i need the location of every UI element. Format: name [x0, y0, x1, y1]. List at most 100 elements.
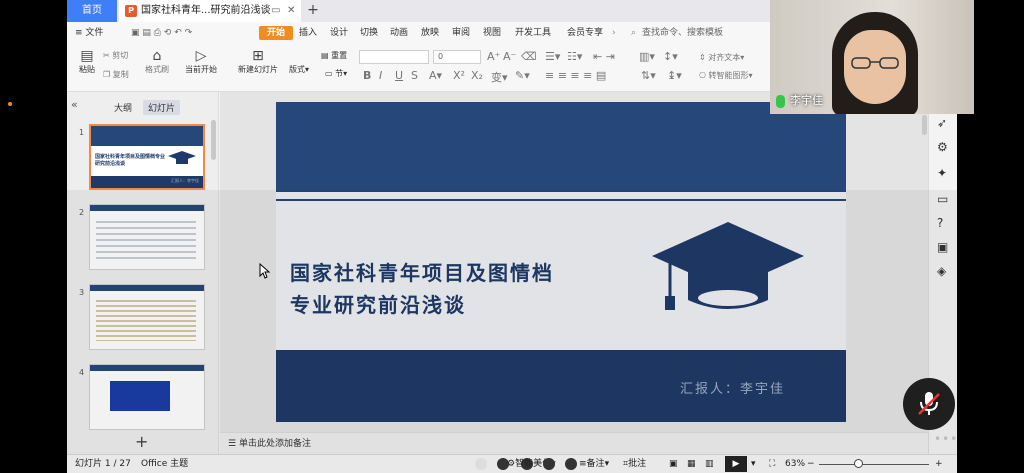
- bold-icon[interactable]: B: [363, 69, 371, 82]
- superscript-icon[interactable]: X²: [453, 69, 465, 82]
- command-search-input[interactable]: 查找命令、搜索模板: [642, 26, 723, 40]
- control-dot[interactable]: [565, 458, 577, 470]
- play-slideshow-button[interactable]: ▶: [725, 456, 747, 472]
- slide-thumbnail-3[interactable]: [89, 284, 205, 350]
- highlight-icon[interactable]: ✎▾: [515, 69, 530, 82]
- shield-icon[interactable]: ◈: [937, 264, 946, 278]
- zoom-out-button[interactable]: −: [807, 458, 815, 471]
- thumb-header: [90, 365, 204, 371]
- new-tab-button[interactable]: +: [303, 0, 323, 22]
- layout-button[interactable]: 版式▾: [289, 64, 309, 75]
- menu-view[interactable]: 视图: [483, 26, 501, 40]
- control-dot[interactable]: [543, 458, 555, 470]
- menu-design[interactable]: 设计: [330, 26, 348, 40]
- clear-format-icon[interactable]: ⌫: [521, 50, 537, 63]
- sorter-view-icon[interactable]: ▦: [687, 458, 696, 471]
- status-bar: 幻灯片 1 / 27 Office 主题 ⚙智能美化▾ ≡备注▾ ⌗批注 ▣ ▦…: [67, 454, 957, 473]
- play-options-icon[interactable]: ▾: [751, 458, 756, 471]
- format-painter-button[interactable]: ⌂ 格式刷: [143, 48, 171, 75]
- new-slide-button[interactable]: ⊞ 新建幻灯片: [233, 48, 283, 75]
- align-icons[interactable]: ≡ ≡ ≡ ≡ ▤: [545, 69, 606, 82]
- font-color-icon[interactable]: A▾: [429, 69, 442, 82]
- participant-name: 李宇佳: [790, 94, 823, 107]
- subscript-icon[interactable]: X₂: [471, 69, 483, 82]
- screen: 首页 P 国家社科青年...研究前沿浅谈 ▭ ✕ + ≡ 文件 ▣ ▤ ⎙ ⟲ …: [0, 0, 1024, 473]
- current-slide[interactable]: 国家社科青年项目及图情档 专业研究前沿浅谈 汇报人：李宇佳: [276, 102, 846, 422]
- zoom-slider-track[interactable]: [819, 464, 929, 465]
- help-icon[interactable]: ?: [937, 216, 943, 230]
- canvas-scrollbar[interactable]: [922, 115, 927, 135]
- bullets-icon[interactable]: ☰▾: [545, 50, 560, 63]
- quick-access-icons[interactable]: ▣ ▤ ⎙ ⟲ ↶ ↷: [131, 26, 192, 40]
- settings-sliders-icon[interactable]: ⚙: [937, 140, 948, 154]
- indent-icon[interactable]: ⇤ ⇥: [593, 50, 615, 63]
- mute-microphone-button[interactable]: [903, 378, 955, 430]
- search-icon[interactable]: ⌕: [631, 26, 636, 40]
- zoom-in-button[interactable]: +: [935, 458, 943, 471]
- strikethrough-icon[interactable]: S: [411, 69, 418, 82]
- columns-icon[interactable]: ▥▾: [639, 50, 655, 63]
- menu-more-icon[interactable]: ›: [612, 26, 616, 40]
- paste-button[interactable]: ▤ 粘贴: [75, 48, 99, 75]
- slide-reporter[interactable]: 汇报人：李宇佳: [680, 378, 785, 397]
- line-spacing-icon[interactable]: ↕▾: [663, 50, 678, 63]
- file-menu[interactable]: ≡ 文件: [75, 26, 103, 40]
- collapse-panel-icon[interactable]: «: [71, 98, 78, 111]
- tab-pin-icon[interactable]: ▭: [271, 0, 280, 22]
- screen-icon[interactable]: ▭: [937, 192, 948, 206]
- more-options-icon[interactable]: •••: [934, 432, 958, 446]
- play-from-current-button[interactable]: ▷ 当前开始: [179, 48, 223, 75]
- thumbnail-scrollbar[interactable]: [211, 120, 216, 160]
- control-dot[interactable]: [475, 458, 487, 470]
- fit-window-icon[interactable]: ⛶: [769, 458, 775, 471]
- image-icon[interactable]: ▣: [937, 240, 948, 254]
- copy-button[interactable]: ❐ 复制: [103, 69, 129, 80]
- home-tab[interactable]: 首页: [67, 0, 117, 22]
- menu-slideshow[interactable]: 放映: [421, 26, 439, 40]
- numbering-icon[interactable]: ☷▾: [567, 50, 582, 63]
- menu-animation[interactable]: 动画: [390, 26, 408, 40]
- document-tab-title: 国家社科青年...研究前沿浅谈: [141, 5, 271, 16]
- underline-icon[interactable]: U: [395, 69, 403, 82]
- menu-start[interactable]: 开始: [259, 26, 294, 40]
- menu-transition[interactable]: 切换: [360, 26, 378, 40]
- add-slide-button[interactable]: +: [135, 432, 148, 451]
- grow-font-icon[interactable]: A⁺: [487, 50, 500, 63]
- notes-toggle-button[interactable]: ≡备注▾: [579, 458, 609, 471]
- slide-thumbnail-4[interactable]: [89, 364, 205, 430]
- text-direction-icon[interactable]: ⇅▾: [641, 69, 656, 82]
- align-text-button[interactable]: ⇕ 对齐文本▾: [699, 52, 744, 63]
- italic-icon[interactable]: I: [379, 69, 382, 82]
- slide-title[interactable]: 国家社科青年项目及图情档 专业研究前沿浅谈: [290, 257, 554, 321]
- slide-title-line-1: 国家社科青年项目及图情档: [290, 261, 554, 285]
- theme-name[interactable]: Office 主题: [141, 458, 188, 471]
- zoom-slider-handle[interactable]: [854, 459, 863, 468]
- zoom-level[interactable]: 63%: [785, 458, 805, 471]
- cut-button[interactable]: ✂ 剪切: [103, 50, 128, 61]
- font-family-select[interactable]: [359, 50, 429, 64]
- menu-devtools[interactable]: 开发工具: [515, 26, 551, 40]
- to-smartart-button[interactable]: ⎔ 转智能图形▾: [699, 70, 753, 81]
- notes-bar[interactable]: ☰ 单击此处添加备注: [220, 432, 928, 454]
- webcam-video-tile[interactable]: 李宇佳: [770, 0, 974, 114]
- rocket-icon[interactable]: ➶: [937, 116, 947, 130]
- menu-insert[interactable]: 插入: [299, 26, 317, 40]
- reading-view-icon[interactable]: ▥: [705, 458, 714, 471]
- section-button[interactable]: ▭ 节▾: [325, 68, 347, 79]
- tab-slides[interactable]: 幻灯片: [143, 100, 181, 115]
- comment-button[interactable]: ⌗批注: [623, 458, 646, 471]
- spacing-icon[interactable]: ↨▾: [667, 69, 682, 82]
- normal-view-icon[interactable]: ▣: [669, 458, 678, 471]
- slide-thumbnail-2[interactable]: [89, 204, 205, 270]
- pin-icon[interactable]: ✦: [937, 166, 947, 180]
- menu-member[interactable]: 会员专享: [567, 26, 603, 40]
- tab-close-icon[interactable]: ✕: [287, 0, 295, 22]
- tab-outline[interactable]: 大纲: [109, 100, 137, 115]
- slide-thumbnail-1[interactable]: 国家社科青年项目及图情档专业研究前沿浅谈 汇报人：李宇佳: [89, 124, 205, 190]
- char-spacing-icon[interactable]: 变▾: [491, 69, 508, 85]
- reset-button[interactable]: ▤ 重置: [321, 50, 347, 61]
- menu-review[interactable]: 审阅: [452, 26, 470, 40]
- font-size-select[interactable]: 0: [433, 50, 481, 64]
- shrink-font-icon[interactable]: A⁻: [503, 50, 516, 63]
- document-tab[interactable]: P 国家社科青年...研究前沿浅谈 ▭ ✕: [119, 0, 301, 22]
